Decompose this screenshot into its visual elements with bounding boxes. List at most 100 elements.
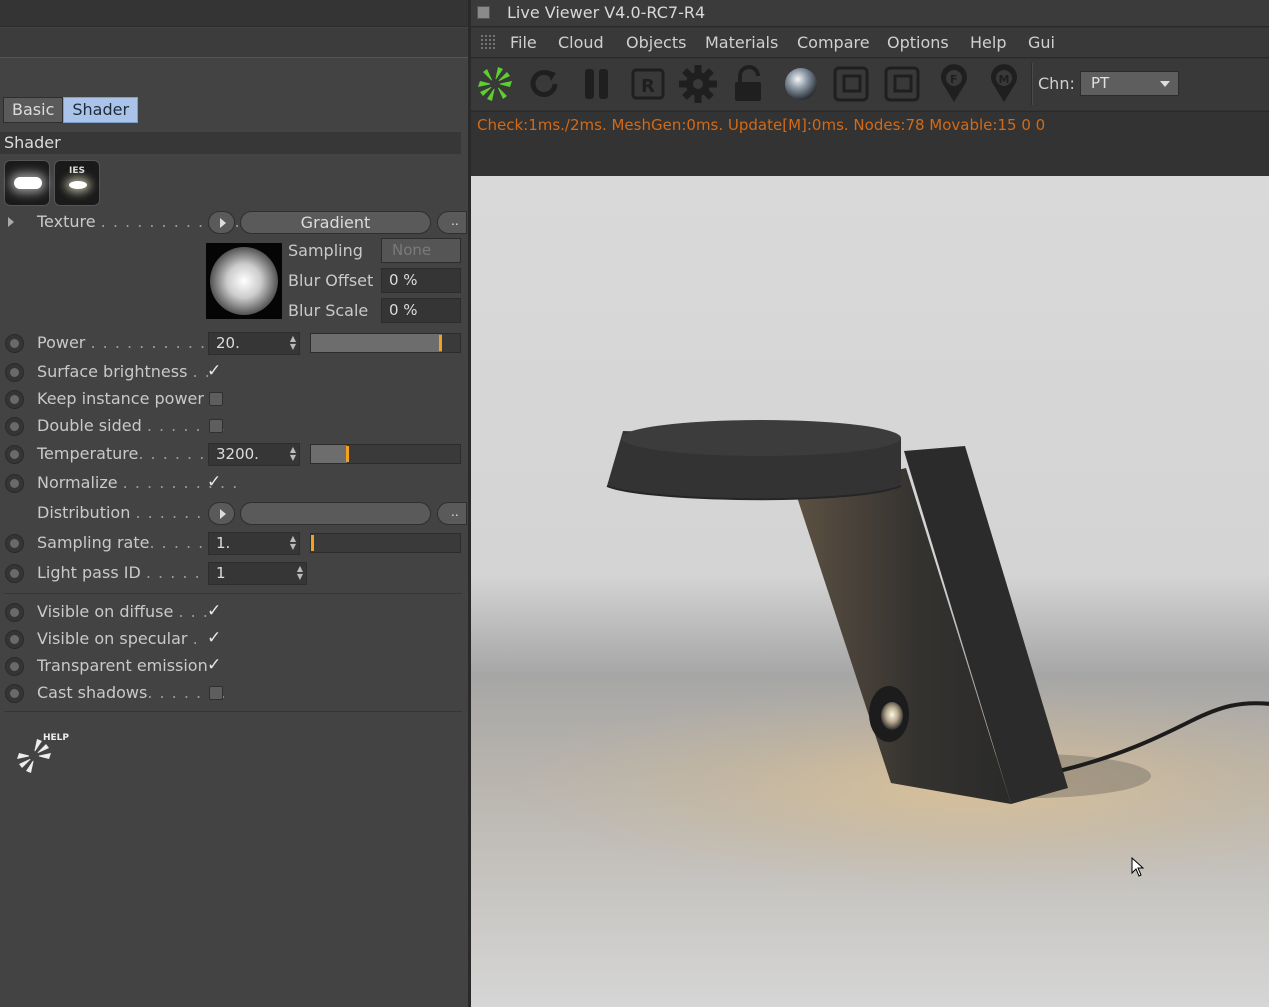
spinner-arrows-icon[interactable]: ▲ ▼	[290, 535, 296, 551]
texture-gradient-button[interactable]: Gradient	[240, 211, 431, 234]
material-ball-icon[interactable]	[781, 64, 821, 104]
area-light-mode-button[interactable]	[4, 160, 50, 206]
window-menu-icon[interactable]	[477, 6, 490, 19]
sampling-rate-label: Sampling rate	[37, 533, 150, 552]
texture-more-button[interactable]: ..	[437, 211, 467, 234]
visible-on-specular-animate-toggle[interactable]	[5, 630, 24, 649]
keep-instance-power-label: Keep instance power	[37, 389, 204, 408]
menu-gui[interactable]: Gui	[1028, 33, 1055, 52]
ies-light-icon	[69, 181, 87, 189]
light-pass-id-input[interactable]: 1 ▲ ▼	[208, 562, 307, 585]
blur-scale-input[interactable]: 0 %	[381, 298, 461, 323]
settings-gear-icon[interactable]	[678, 64, 718, 104]
tab-shader[interactable]: Shader	[63, 97, 139, 123]
keep-instance-power-checkbox[interactable]	[209, 392, 223, 406]
double-sided-checkbox[interactable]	[209, 419, 223, 433]
cast-shadows-animate-toggle[interactable]	[5, 684, 24, 703]
tab-basic[interactable]: Basic	[3, 97, 64, 123]
distribution-more-button[interactable]: ..	[437, 502, 467, 525]
sampling-rate-slider-handle[interactable]	[311, 535, 314, 551]
distribution-link-button[interactable]	[208, 502, 235, 525]
surface-brightness-checkbox[interactable]: ✓	[207, 362, 221, 380]
material-pin-icon[interactable]: M	[984, 64, 1024, 104]
power-input[interactable]: 20. ▲ ▼	[208, 332, 300, 355]
octane-logo-icon[interactable]	[475, 64, 515, 104]
menu-file[interactable]: File	[510, 33, 537, 52]
expand-triangle-icon[interactable]	[8, 217, 14, 227]
texture-preview	[206, 243, 282, 319]
section-title: Shader	[0, 132, 461, 154]
pause-icon[interactable]	[577, 64, 617, 104]
spinner-arrows-icon[interactable]: ▲ ▼	[290, 335, 296, 351]
channel-select[interactable]: PT	[1080, 71, 1179, 96]
sampling-select[interactable]: None	[381, 238, 461, 263]
render-status-text: Check:1ms./2ms. MeshGen:0ms. Update[M]:0…	[477, 116, 1046, 134]
texture-link-button[interactable]	[208, 211, 235, 234]
lamp-render-image	[471, 176, 1269, 1007]
visible-on-diffuse-checkbox[interactable]: ✓	[207, 602, 221, 620]
octane-help-button[interactable]: HELP	[12, 730, 76, 782]
power-value: 20.	[216, 334, 240, 352]
power-slider-handle[interactable]	[439, 335, 443, 351]
cast-shadows-checkbox[interactable]	[209, 686, 223, 700]
spinner-arrows-icon[interactable]: ▲ ▼	[290, 446, 296, 462]
sampling-rate-row: Sampling rate. . . . . . . 1. ▲ ▼	[0, 532, 462, 556]
area-light-icon	[14, 177, 42, 189]
sampling-rate-input[interactable]: 1. ▲ ▼	[208, 532, 300, 555]
visible-on-diffuse-animate-toggle[interactable]	[5, 603, 24, 622]
normalize-checkbox[interactable]: ✓	[207, 473, 221, 491]
film-region-icon[interactable]	[882, 64, 922, 104]
menu-materials[interactable]: Materials	[705, 33, 778, 52]
normalize-row: Normalize . . . . . . . . . . ✓	[0, 472, 462, 496]
menu-grip-icon[interactable]	[480, 34, 496, 50]
power-animate-toggle[interactable]	[5, 334, 24, 353]
viewer-title: Live Viewer V4.0-RC7-R4	[507, 3, 706, 22]
refresh-icon[interactable]	[525, 64, 565, 104]
menu-compare[interactable]: Compare	[797, 33, 870, 52]
menu-cloud[interactable]: Cloud	[558, 33, 604, 52]
light-pass-id-animate-toggle[interactable]	[5, 564, 24, 583]
temperature-slider[interactable]	[310, 444, 461, 464]
temperature-slider-handle[interactable]	[346, 446, 350, 462]
menu-objects[interactable]: Objects	[626, 33, 686, 52]
menu-options[interactable]: Options	[887, 33, 949, 52]
svg-text:R: R	[641, 76, 655, 97]
svg-text:M: M	[999, 73, 1010, 86]
chevron-down-icon	[1160, 81, 1170, 87]
surface-brightness-animate-toggle[interactable]	[5, 363, 24, 382]
ies-light-mode-button[interactable]: IES	[54, 160, 100, 206]
normalize-animate-toggle[interactable]	[5, 474, 24, 493]
render-viewport[interactable]	[471, 176, 1269, 1007]
sampling-rate-value: 1.	[216, 534, 231, 552]
blur-offset-row: Blur Offset 0 %	[288, 268, 463, 294]
viewer-titlebar: Live Viewer V4.0-RC7-R4	[471, 0, 1269, 27]
lock-icon[interactable]	[729, 64, 769, 104]
temperature-animate-toggle[interactable]	[5, 445, 24, 464]
focus-pin-icon[interactable]: F	[934, 64, 974, 104]
power-slider-fill	[311, 334, 443, 352]
sampling-label: Sampling	[288, 241, 363, 260]
sampling-rate-slider[interactable]	[310, 533, 461, 553]
octane-help-icon: HELP	[17, 733, 69, 773]
live-viewer-window: Live Viewer V4.0-RC7-R4 File Cloud Objec…	[471, 0, 1269, 1007]
normalize-label: Normalize	[37, 473, 118, 492]
render-region-icon[interactable]: R	[628, 64, 668, 104]
panel-header-strip	[0, 0, 468, 27]
keep-instance-power-animate-toggle[interactable]	[5, 390, 24, 409]
sampling-rate-animate-toggle[interactable]	[5, 534, 24, 553]
texture-row: Texture . . . . . . . . . . . . Gradient…	[0, 211, 467, 235]
transparent-emission-checkbox[interactable]: ✓	[207, 656, 221, 674]
spinner-arrows-icon[interactable]: ▲ ▼	[297, 565, 303, 581]
temperature-input[interactable]: 3200. ▲ ▼	[208, 443, 300, 466]
double-sided-animate-toggle[interactable]	[5, 417, 24, 436]
texture-label: Texture	[37, 212, 96, 231]
status-bar: Check:1ms./2ms. MeshGen:0ms. Update[M]:0…	[471, 111, 1269, 176]
visible-on-specular-checkbox[interactable]: ✓	[207, 629, 221, 647]
transparent-emission-row: Transparent emission ✓	[0, 655, 462, 679]
distribution-button[interactable]	[240, 502, 431, 525]
transparent-emission-animate-toggle[interactable]	[5, 657, 24, 676]
menu-help[interactable]: Help	[970, 33, 1006, 52]
focus-frame-icon[interactable]	[831, 64, 871, 104]
power-slider[interactable]	[310, 333, 461, 353]
blur-offset-input[interactable]: 0 %	[381, 268, 461, 293]
